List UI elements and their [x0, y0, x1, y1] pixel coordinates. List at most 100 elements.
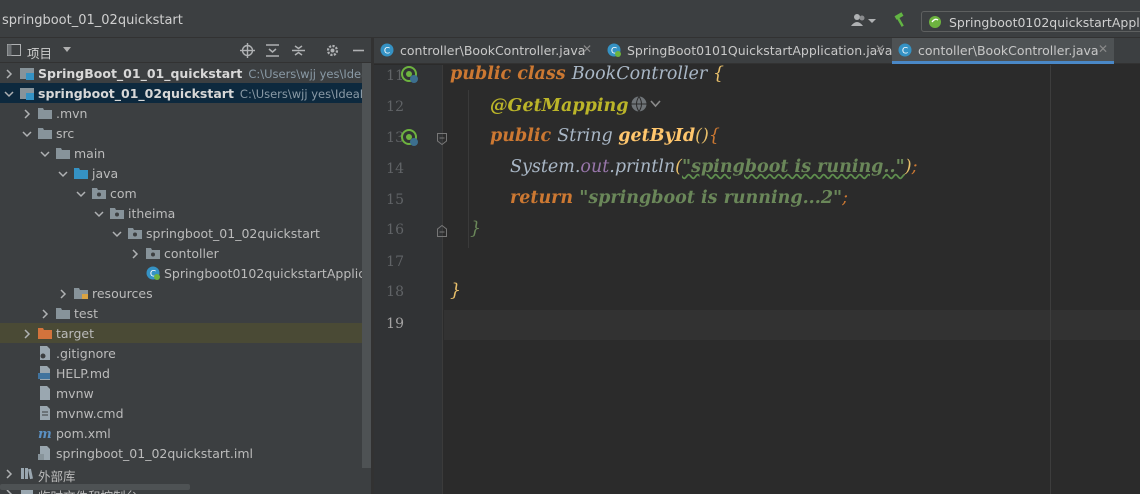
spring-bean-gutter-icon[interactable]: [400, 65, 420, 85]
tree-item-file[interactable]: m pom.xml: [0, 423, 371, 443]
tree-item-file[interactable]: .gitignore: [0, 343, 371, 363]
svg-text:m: m: [38, 427, 52, 440]
chevron-down-icon[interactable]: [22, 128, 32, 138]
tree-item-file[interactable]: HELP.md: [0, 363, 371, 383]
code-editor[interactable]: 11 12 13 14 15 16 17 18 19 public class …: [374, 64, 1140, 494]
tree-item-label: main: [74, 146, 106, 161]
close-icon[interactable]: ✕: [1098, 42, 1108, 56]
tree-item-label: target: [56, 326, 95, 341]
locate-target-icon[interactable]: [240, 43, 255, 58]
tree-item-file[interactable]: mvnw.cmd: [0, 403, 371, 423]
line-number: 16: [386, 222, 404, 238]
tree-item-resources-folder[interactable]: resources: [0, 283, 371, 303]
keyword: public: [490, 126, 558, 146]
tab-contoller-bookcontroller-active[interactable]: C contoller\BookController.java ✕: [892, 38, 1114, 64]
chevron-down-icon[interactable]: [112, 228, 122, 238]
method-call: .println: [609, 157, 676, 177]
right-margin-guide: [1050, 65, 1051, 494]
gear-icon[interactable]: [325, 43, 340, 58]
code-line-11[interactable]: public class BookController {: [450, 64, 724, 84]
tree-item-package[interactable]: com: [0, 183, 371, 203]
tree-item-module[interactable]: SpringBoot_01_01_quickstart C:\Users\wjj …: [0, 63, 371, 83]
tree-item-label: Springboot0102quickstartApplication: [164, 266, 371, 281]
markdown-file-icon: [38, 366, 52, 380]
code-line-18[interactable]: }: [450, 281, 461, 301]
code-line-12[interactable]: @GetMapping: [490, 95, 664, 118]
line-number: 12: [386, 99, 404, 115]
tree-item-label: pom.xml: [56, 426, 111, 441]
fold-marker-icon[interactable]: [437, 133, 447, 146]
chevron-down-icon[interactable]: [40, 148, 50, 158]
fold-marker-icon[interactable]: [437, 224, 447, 237]
chevron-right-icon[interactable]: [4, 468, 14, 479]
tab-springboot0101-application[interactable]: C SpringBoot0101QuickstartApplication.ja…: [601, 38, 892, 64]
chevron-right-icon[interactable]: [130, 248, 140, 259]
text-file-icon: [38, 406, 52, 420]
project-view-dropdown-icon[interactable]: [63, 47, 71, 52]
package-icon: [146, 246, 160, 260]
tree-item-label: test: [74, 306, 99, 321]
tab-controller-bookcontroller[interactable]: C controller\BookController.java ✕: [374, 38, 600, 64]
tree-item-file[interactable]: springboot_01_02quickstart.iml: [0, 443, 371, 463]
tree-item-source-folder[interactable]: java: [0, 163, 371, 183]
tree-item-excluded-folder[interactable]: target: [0, 323, 371, 343]
chevron-down-icon[interactable]: [58, 168, 68, 178]
tree-item-folder[interactable]: test: [0, 303, 371, 323]
project-title[interactable]: springboot_01_02quickstart: [2, 13, 183, 28]
line-number: 18: [386, 284, 404, 300]
semicolon: ;: [842, 188, 849, 208]
tree-item-external-libraries[interactable]: 外部库: [0, 463, 371, 484]
chevron-right-icon[interactable]: [22, 328, 32, 339]
tree-item-file[interactable]: mvnw: [0, 383, 371, 403]
close-icon[interactable]: ✕: [582, 42, 592, 56]
class-name: System.: [510, 157, 581, 177]
close-icon[interactable]: ✕: [875, 42, 885, 56]
svg-text:C: C: [384, 47, 390, 57]
spring-class-icon: C: [607, 43, 621, 57]
tree-item-module-selected[interactable]: springboot_01_02quickstart C:\Users\wjj y…: [0, 83, 371, 103]
code-line-13[interactable]: public String getById(){: [490, 126, 720, 146]
chevron-right-icon[interactable]: [22, 108, 32, 119]
project-view-label[interactable]: 项目: [27, 43, 52, 62]
minimize-icon[interactable]: [351, 43, 366, 58]
tree-vertical-scrollbar[interactable]: [362, 63, 371, 468]
tree-item-package[interactable]: itheima: [0, 203, 371, 223]
brace: }: [450, 281, 462, 301]
tree-item-label: .gitignore: [56, 346, 116, 361]
project-tree[interactable]: SpringBoot_01_01_quickstart C:\Users\wjj …: [0, 63, 371, 494]
chevron-down-icon[interactable]: [4, 88, 14, 98]
folder-icon: [38, 106, 52, 120]
web-endpoint-icon[interactable]: [630, 95, 664, 118]
tree-item-class[interactable]: C Springboot0102quickstartApplication: [0, 263, 371, 283]
chevron-right-icon[interactable]: [40, 308, 50, 319]
code-line-15[interactable]: return "springboot is running...2";: [510, 188, 848, 208]
tree-item-label: springboot_01_02quickstart: [146, 226, 320, 241]
chevron-down-icon[interactable]: [94, 208, 104, 218]
collapse-all-icon[interactable]: [291, 43, 306, 58]
tree-item-folder[interactable]: src: [0, 123, 371, 143]
chevron-right-icon[interactable]: [58, 288, 68, 299]
keyword: return: [510, 188, 580, 208]
project-view-icon: [7, 44, 21, 56]
spring-bean-gutter-icon[interactable]: [400, 128, 420, 148]
line-number: 17: [386, 254, 404, 270]
chevron-right-icon[interactable]: [4, 68, 14, 79]
tree-item-label: .mvn: [56, 106, 88, 121]
build-hammer-icon[interactable]: [893, 12, 909, 28]
run-configuration-selector[interactable]: Springboot0102quickstartApplication: [921, 11, 1140, 32]
tree-item-folder[interactable]: .mvn: [0, 103, 371, 123]
code-line-14[interactable]: System.out.println("spingboot is runing.…: [510, 157, 917, 177]
editor-gutter[interactable]: 11 12 13 14 15 16 17 18 19: [374, 65, 447, 494]
code-line-16[interactable]: }: [470, 219, 481, 239]
tree-item-folder[interactable]: main: [0, 143, 371, 163]
source-folder-icon: [74, 166, 88, 180]
tree-item-package[interactable]: springboot_01_02quickstart: [0, 223, 371, 243]
chevron-down-icon[interactable]: [76, 188, 86, 198]
user-icon[interactable]: [851, 13, 877, 27]
tree-horizontal-scrollbar[interactable]: [0, 484, 190, 490]
caret-row-highlight: [444, 310, 1140, 340]
expand-all-icon[interactable]: [265, 43, 280, 58]
file-icon: [38, 386, 52, 400]
tree-item-package[interactable]: contoller: [0, 243, 371, 263]
class-name: BookController: [571, 64, 713, 84]
